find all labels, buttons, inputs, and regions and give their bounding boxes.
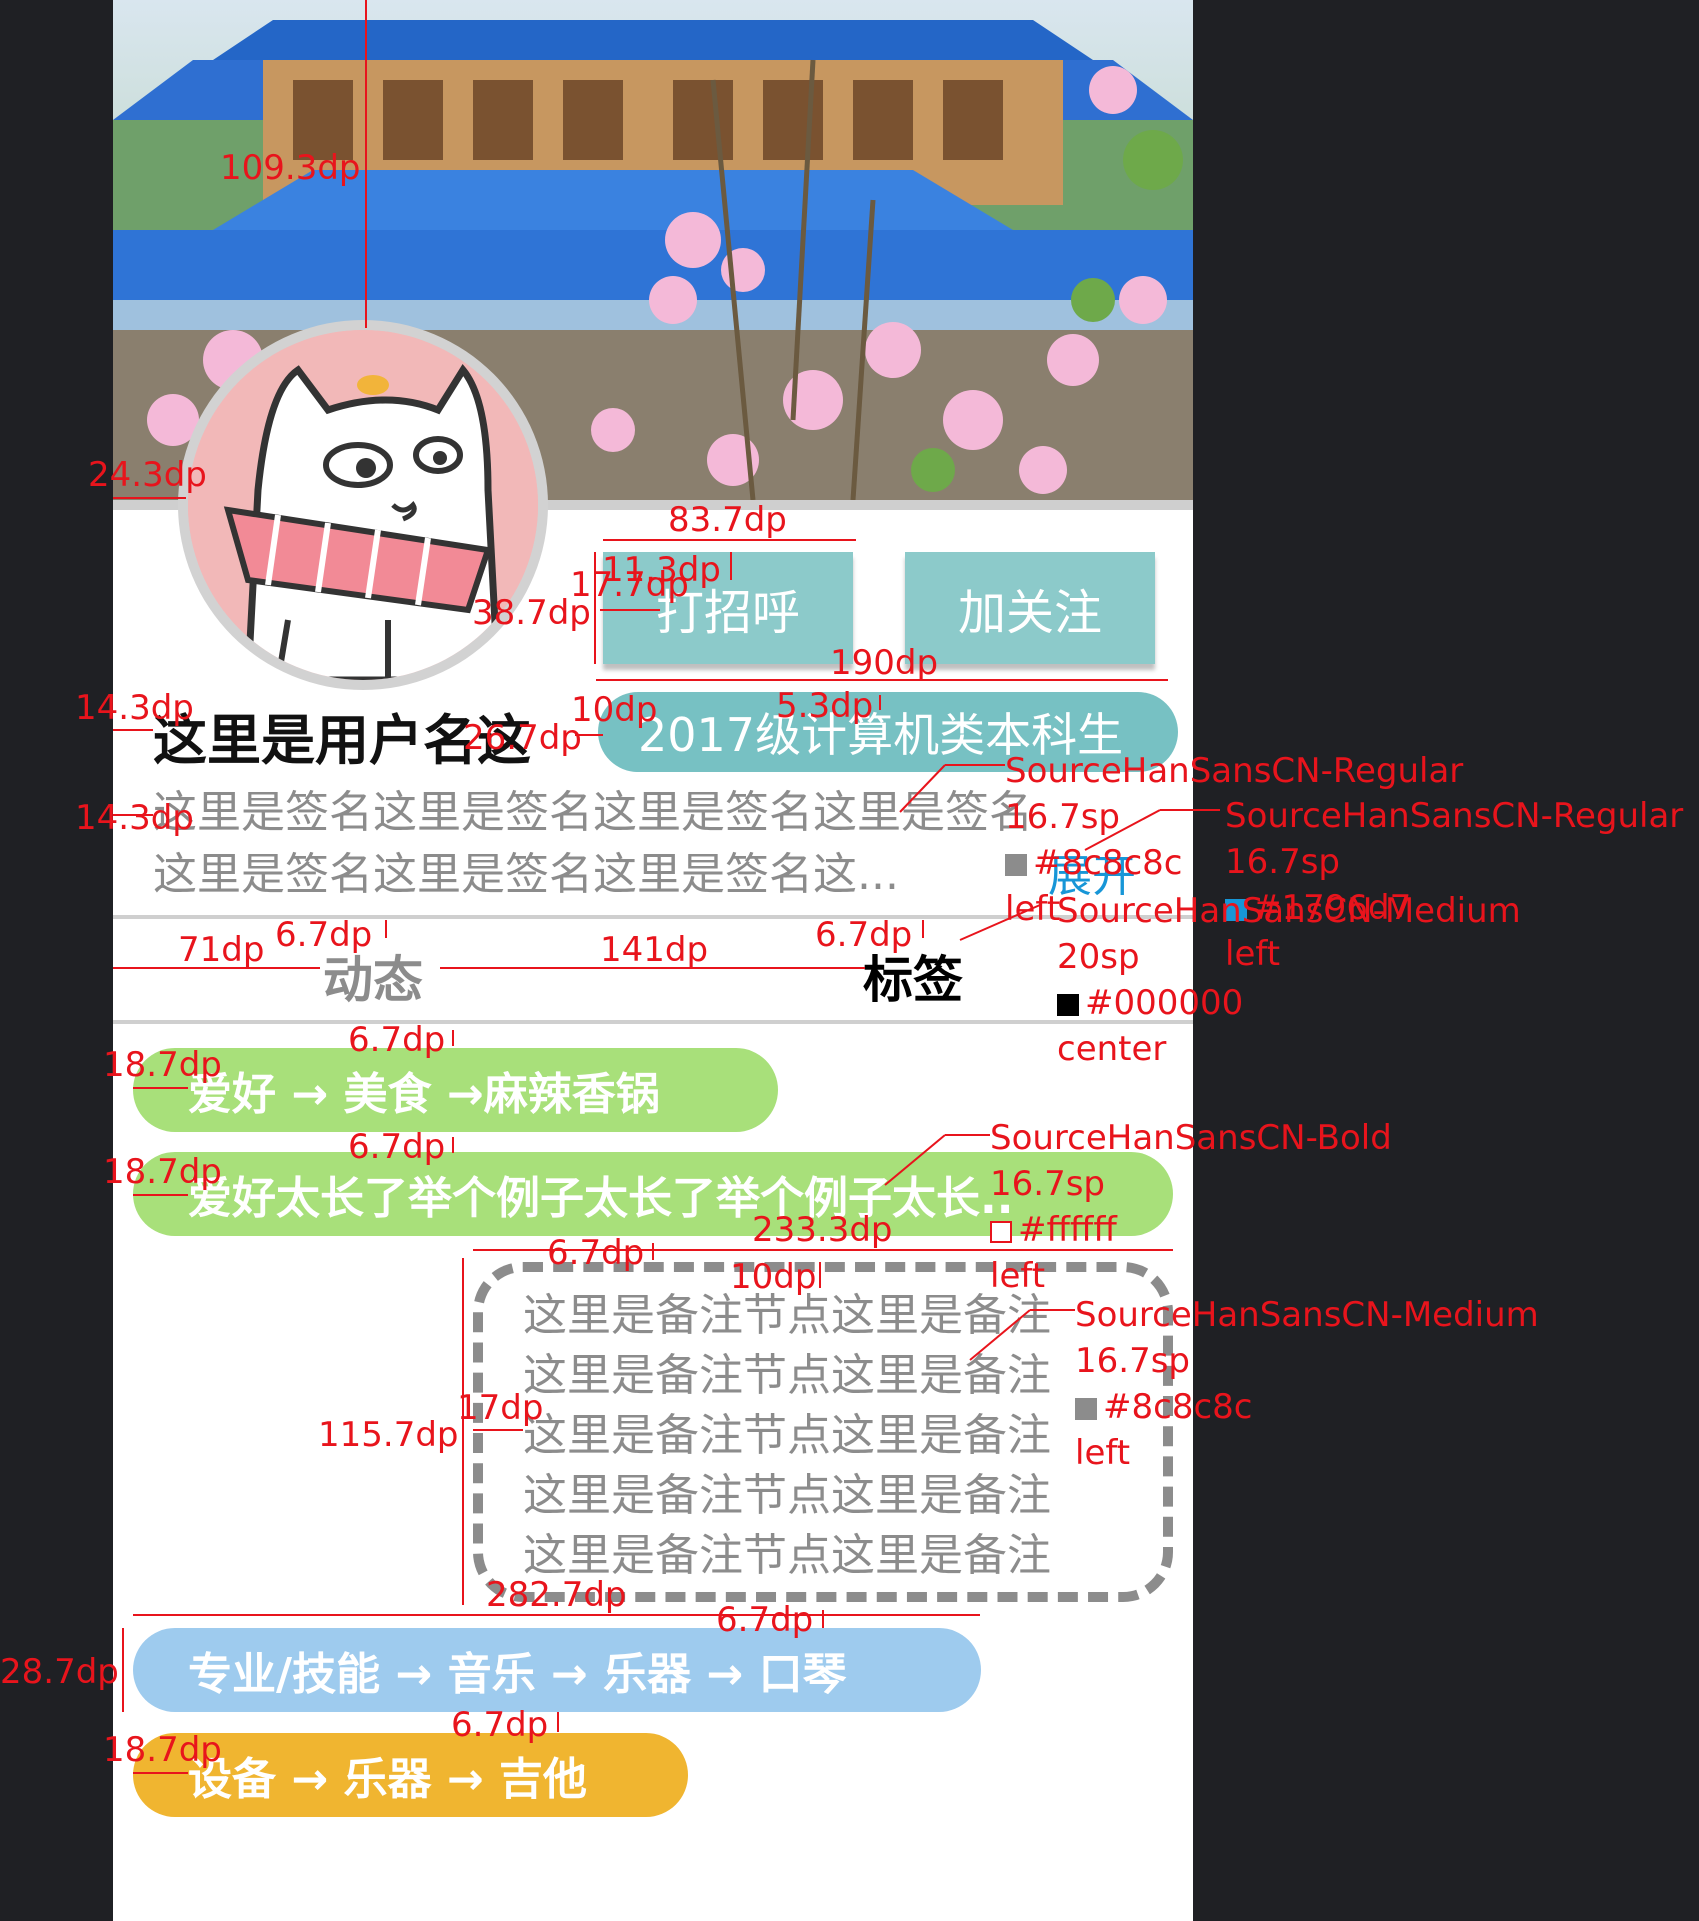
note-line: 这里是备注节点这里是备注 <box>523 1410 1051 1461</box>
dim-label: 28.7dp <box>0 1652 119 1692</box>
signature-line: 这里是签名这里是签名这里是签名这... <box>153 849 899 900</box>
tabs-divider-top <box>113 915 1193 919</box>
expand-link[interactable]: 展开 <box>1048 840 1136 904</box>
note-line: 这里是备注节点这里是备注 <box>523 1350 1051 1401</box>
class-badge: 2017级计算机类本科生 <box>598 692 1178 772</box>
tag-chip[interactable]: 爱好 → 美食 →麻辣香锅 <box>133 1048 778 1132</box>
tab-tags[interactable]: 标签 <box>863 940 963 1012</box>
spec-expand: SourceHanSansCN-Regular 16.7sp #1796d7 l… <box>1225 796 1684 974</box>
note-box[interactable]: 这里是备注节点这里是备注 这里是备注节点这里是备注 这里是备注节点这里是备注 这… <box>473 1262 1173 1602</box>
tag-chip[interactable]: 专业/技能 → 音乐 → 乐器 → 口琴 <box>133 1628 981 1712</box>
signature-line: 这里是签名这里是签名这里是签名这里是签名 <box>153 787 1033 838</box>
follow-button[interactable]: 加关注 <box>905 552 1155 664</box>
note-line: 这里是备注节点这里是备注 <box>523 1290 1051 1341</box>
note-line: 这里是备注节点这里是备注 <box>523 1470 1051 1521</box>
tag-chip[interactable]: 爱好太长了举个例子太长了举个例子太长.. <box>133 1152 1173 1236</box>
profile-screen: 打招呼 加关注 这里是用户名这 2017级计算机类本科生 这里是签名这里是签名这… <box>113 0 1193 1921</box>
tabs-divider-bottom <box>113 1020 1193 1024</box>
username: 这里是用户名这 <box>153 709 531 772</box>
say-hello-button[interactable]: 打招呼 <box>603 552 853 664</box>
avatar[interactable] <box>178 320 548 690</box>
tab-dynamic[interactable]: 动态 <box>323 940 423 1012</box>
signature: 这里是签名这里是签名这里是签名这里是签名 这里是签名这里是签名这里是签名这... <box>153 782 1143 906</box>
note-line: 这里是备注节点这里是备注 <box>523 1530 1051 1581</box>
tag-chip[interactable]: 设备 → 乐器 → 吉他 <box>133 1733 688 1817</box>
avatar-image <box>188 330 538 680</box>
